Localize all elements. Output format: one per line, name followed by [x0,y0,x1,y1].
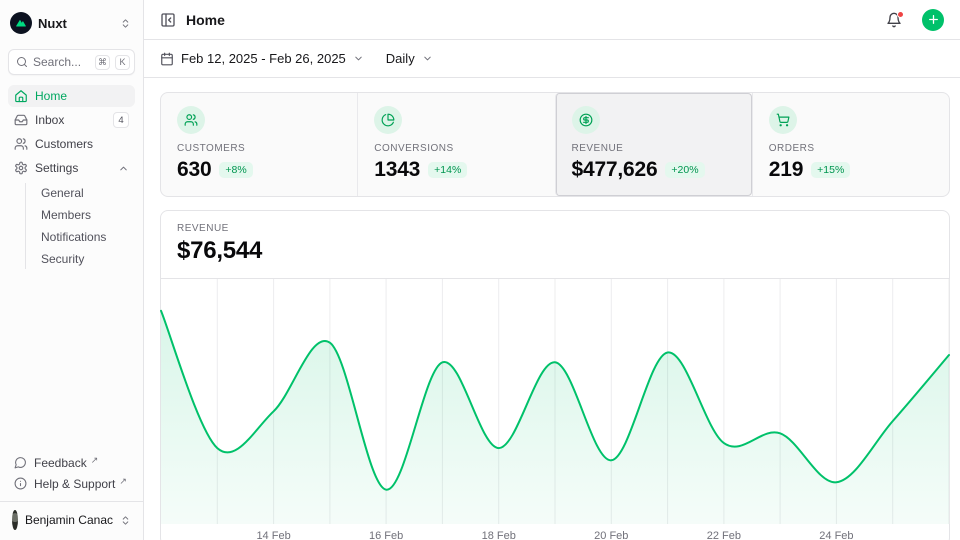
sidebar-item-settings[interactable]: Settings [8,157,135,179]
chart-header: REVENUE $76,544 [161,211,949,279]
workspace-switcher[interactable]: Nuxt [8,10,135,36]
sidebar-item-notifications[interactable]: Notifications [37,227,135,247]
nuxt-logo-icon [10,12,32,34]
chat-bubble-icon [14,456,27,469]
period-value: Daily [386,51,415,66]
users-icon [14,137,28,151]
sidebar: Nuxt Search... ⌘ K Home [0,0,144,540]
shopping-cart-icon [769,106,797,134]
gear-icon [14,161,28,175]
notification-dot [897,11,904,18]
external-link-arrow: ↗ [91,452,99,466]
chevron-up-icon [118,163,129,174]
chart-pie-icon [374,106,402,134]
search-placeholder: Search... [33,55,90,69]
sidebar-item-label: Inbox [35,113,64,127]
date-range-picker[interactable]: Feb 12, 2025 - Feb 26, 2025 [160,51,364,66]
workspace-name: Nuxt [38,16,114,31]
sidebar-item-customers[interactable]: Customers [8,133,135,155]
app-window: Nuxt Search... ⌘ K Home [0,0,960,540]
external-link-arrow: ↗ [119,473,127,487]
help-support-link[interactable]: Help & Support ↗ [8,473,135,494]
stat-value: 630 [177,158,211,182]
revenue-chart-card: REVENUE $76,544 14 Feb 16 Feb 18 Feb 20 Feb… [160,210,950,540]
stat-value: $477,626 [572,158,658,182]
delta-badge: +20% [665,162,704,178]
notifications-button[interactable] [886,12,902,28]
x-tick-label: 14 Feb [256,530,290,540]
revenue-area-chart[interactable] [161,279,949,524]
x-axis-ticks: 14 Feb 16 Feb 18 Feb 20 Feb 22 Feb 24 Feb [161,524,949,540]
stat-label: CONVERSIONS [374,143,538,154]
users-icon [177,106,205,134]
x-tick-label: 24 Feb [819,530,853,540]
stat-card-revenue[interactable]: REVENUE $477,626 +20% [555,93,752,196]
search-input[interactable]: Search... ⌘ K [8,49,135,75]
help-support-label: Help & Support [34,477,115,491]
avatar [12,510,18,530]
sidebar-item-security[interactable]: Security [37,249,135,269]
stat-label: ORDERS [769,143,933,154]
stat-label: REVENUE [572,143,736,154]
delta-badge: +14% [428,162,467,178]
sidebar-item-label: Settings [35,161,78,175]
delta-badge: +8% [219,162,252,178]
add-button[interactable] [922,9,944,31]
stat-value: 219 [769,158,803,182]
page-content: CUSTOMERS 630 +8% CONVERSIONS 1343 +14% [144,78,960,540]
sidebar-nav: Home Inbox 4 Customers Setting [8,85,135,269]
date-range-value: Feb 12, 2025 - Feb 26, 2025 [181,51,346,66]
search-icon [16,56,28,68]
page-title: Home [186,12,876,28]
settings-submenu: General Members Notifications Security [25,183,135,269]
plus-icon [927,13,940,26]
inbox-icon [14,113,28,127]
period-select[interactable]: Daily [386,51,433,66]
x-tick-label: 18 Feb [482,530,516,540]
chevron-down-icon [353,53,364,64]
feedback-link[interactable]: Feedback ↗ [8,452,135,473]
stat-label: CUSTOMERS [177,143,341,154]
chart-metric-label: REVENUE [177,223,933,234]
stat-card-orders[interactable]: ORDERS 219 +15% [752,93,949,196]
stat-value: 1343 [374,158,420,182]
page-header: Home [144,0,960,40]
stats-row: CUSTOMERS 630 +8% CONVERSIONS 1343 +14% [160,92,950,197]
circle-dollar-icon [572,106,600,134]
delta-badge: +15% [811,162,850,178]
info-circle-icon [14,477,27,490]
sidebar-item-label: Home [35,89,67,103]
chart-canvas [161,279,949,524]
x-tick-label: 22 Feb [707,530,741,540]
chevrons-up-down-icon [120,18,131,29]
stat-card-customers[interactable]: CUSTOMERS 630 +8% [161,93,357,196]
kbd-k: K [115,55,130,70]
user-menu[interactable]: Benjamin Canac [8,502,135,532]
main-area: Home Feb 12, 2025 - Feb 26, 2025 Daily [144,0,960,540]
panel-left-close-icon[interactable] [160,12,176,28]
stat-card-conversions[interactable]: CONVERSIONS 1343 +14% [357,93,554,196]
filter-toolbar: Feb 12, 2025 - Feb 26, 2025 Daily [144,40,960,78]
sidebar-item-general[interactable]: General [37,183,135,203]
user-name: Benjamin Canac [25,513,113,527]
calendar-icon [160,52,174,66]
home-icon [14,89,28,103]
chevron-down-icon [422,53,433,64]
kbd-cmd: ⌘ [95,55,110,70]
chart-metric-value: $76,544 [177,237,933,265]
x-tick-label: 16 Feb [369,530,403,540]
sidebar-item-label: Customers [35,137,93,151]
sidebar-item-inbox[interactable]: Inbox 4 [8,109,135,131]
feedback-label: Feedback [34,456,87,470]
x-tick-label: 20 Feb [594,530,628,540]
inbox-count-badge: 4 [113,112,129,128]
sidebar-item-home[interactable]: Home [8,85,135,107]
chevrons-up-down-icon [120,515,131,526]
sidebar-item-members[interactable]: Members [37,205,135,225]
